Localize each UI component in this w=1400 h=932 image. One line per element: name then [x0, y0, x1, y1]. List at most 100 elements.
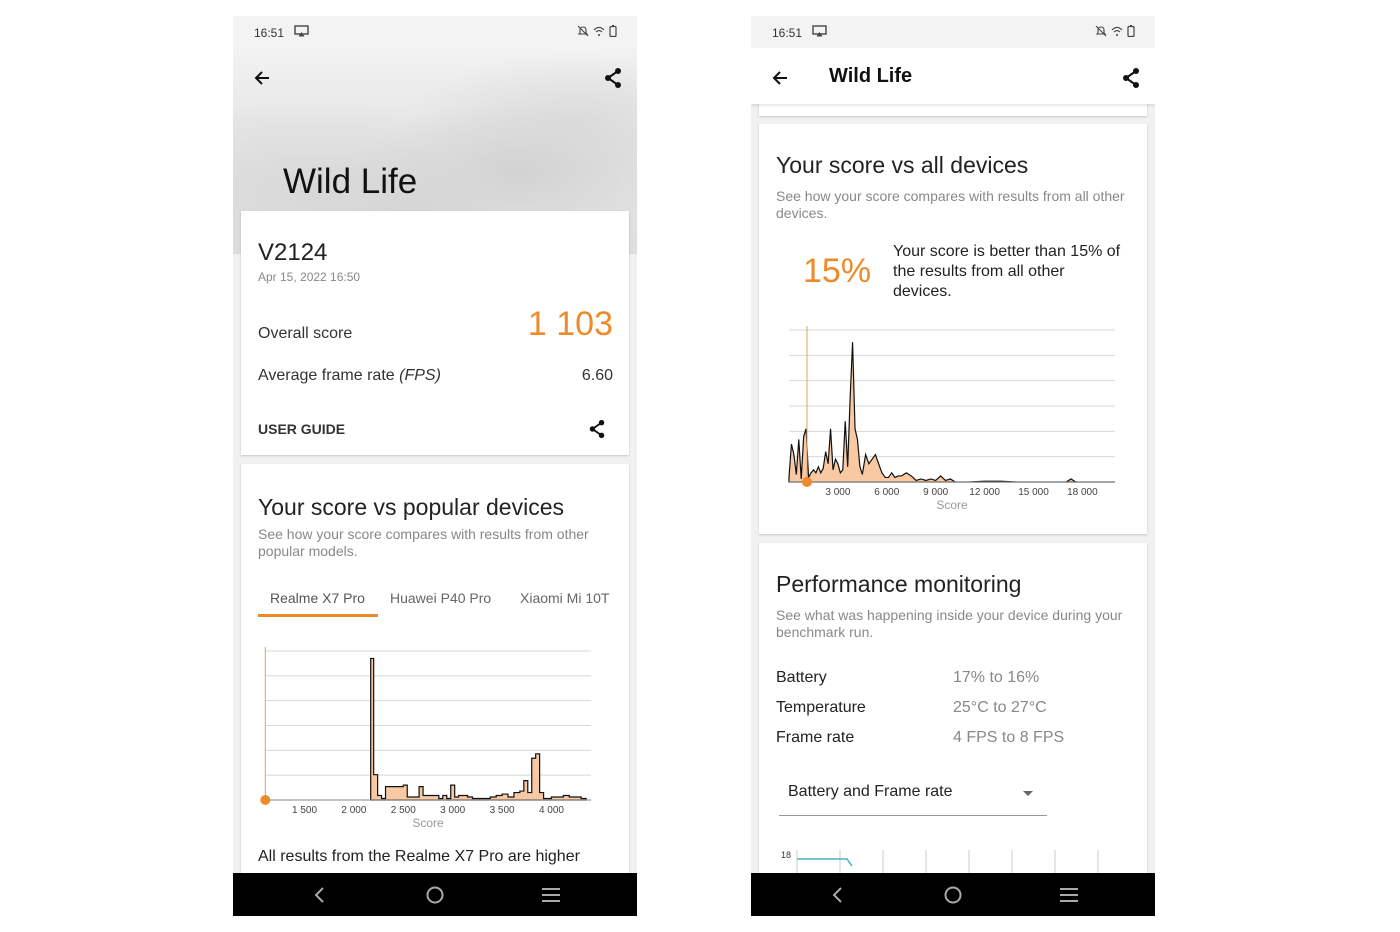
nav-home-button[interactable] — [405, 873, 465, 916]
popular-score-chart: 1 500 2 000 2 500 3 000 3 500 4 000 Score — [260, 647, 591, 830]
fps-value: 6.60 — [581, 367, 613, 384]
perf-label-battery: Battery — [776, 669, 827, 686]
caret-down-icon — [1023, 791, 1033, 796]
back-button[interactable] — [248, 64, 276, 92]
chart-type-dropdown[interactable]: Battery and Frame rate — [779, 771, 1047, 816]
card-subtitle: See how your score compares with results… — [776, 188, 1125, 221]
fps-label: Average frame rate (FPS) — [258, 367, 441, 385]
card-title: Performance monitoring — [776, 571, 1022, 597]
all-devices-chart: 3 000 6 000 9 000 12 000 15 000 18 000 Score — [769, 324, 1129, 524]
x-tick-label: 2 000 — [341, 805, 366, 816]
x-tick-label: 12 000 — [969, 487, 1000, 498]
x-tick-label: 18 000 — [1067, 487, 1098, 498]
device-name: V2124 — [258, 239, 328, 266]
perf-label-temperature: Temperature — [776, 699, 866, 716]
arrow-left-icon — [772, 71, 787, 85]
x-tick-label: 2 500 — [391, 805, 416, 816]
x-tick-label: 9 000 — [923, 487, 948, 498]
nav-menu-icon — [542, 887, 560, 902]
all-devices-score-chart: 3 000 6 000 9 000 12 000 15 000 18 000 Score — [788, 326, 1115, 512]
result-date: Apr 15, 2022 16:50 — [258, 270, 361, 284]
x-tick-label: 3 500 — [490, 805, 515, 816]
battery-icon — [1127, 25, 1135, 37]
perf-value-battery: 17% to 16% — [953, 669, 1040, 686]
system-nav-bar — [233, 873, 637, 916]
distribution-area — [788, 342, 1115, 483]
battery-icon — [609, 25, 617, 37]
phone-screen-right: 16:51 Wild Life Your score vs all device… — [751, 16, 1155, 916]
system-nav-bar — [751, 873, 1155, 916]
card-title: Your score vs all devices — [776, 152, 1029, 178]
status-bar: 16:51 — [233, 16, 637, 48]
perf-value-frame-rate: 4 FPS to 8 FPS — [953, 729, 1065, 746]
wifi-icon — [1111, 26, 1123, 36]
tab-huawei-p40-pro[interactable]: Huawei P40 Pro — [390, 590, 491, 606]
distribution-area — [370, 657, 587, 801]
nav-back-icon — [832, 886, 842, 903]
fps-unit: (FPS) — [399, 367, 441, 384]
x-axis-title: Score — [936, 498, 968, 512]
nav-menu-icon — [1060, 887, 1078, 902]
mute-icon — [1095, 25, 1107, 37]
x-axis-title: Score — [412, 816, 444, 830]
percentile-text: Your score is better than 15% of the res… — [893, 243, 1121, 300]
page-title: Wild Life — [283, 162, 418, 201]
popular-devices-card: Your score vs popular devices See how yo… — [241, 464, 629, 916]
result-card: V2124 Apr 15, 2022 16:50 Overall score 1… — [241, 211, 629, 455]
fps-label-text: Average frame rate — [258, 367, 395, 384]
dropdown-value: Battery and Frame rate — [788, 783, 953, 800]
x-tick-label: 3 000 — [440, 805, 465, 816]
nav-back-button[interactable] — [289, 873, 349, 916]
overall-score-label: Overall score — [258, 325, 353, 342]
your-score-marker — [801, 477, 812, 487]
x-tick-label: 4 000 — [539, 805, 564, 816]
popular-chart: 1 500 2 000 2 500 3 000 3 500 4 000 Score — [251, 644, 611, 844]
mute-icon — [577, 25, 589, 37]
card-subtitle: See what was happening inside your devic… — [776, 607, 1123, 640]
battery-series-line — [797, 858, 853, 867]
app-bar: Wild Life — [751, 48, 1155, 104]
page-title: Wild Life — [829, 65, 913, 87]
nav-home-button[interactable] — [923, 873, 983, 916]
phone-screen-left: 16:51 Wild Life V2124 Apr 15, 2022 16:50… — [233, 16, 637, 916]
share-icon — [589, 419, 605, 439]
user-guide-link[interactable]: USER GUIDE — [258, 421, 345, 437]
nav-back-button[interactable] — [807, 873, 867, 916]
share-icon — [605, 68, 621, 88]
x-tick-label: 1 500 — [292, 805, 317, 816]
active-tab-indicator — [258, 614, 378, 617]
wifi-icon — [593, 26, 605, 36]
perf-label-frame-rate: Frame rate — [776, 729, 855, 746]
tab-realme-x7-pro[interactable]: Realme X7 Pro — [270, 590, 365, 606]
overall-score-value: 1 103 — [527, 305, 613, 343]
tab-xiaomi-mi-10t[interactable]: Xiaomi Mi 10T — [520, 590, 609, 606]
status-time: 16:51 — [772, 26, 803, 40]
nav-menu-button[interactable] — [521, 873, 581, 916]
x-tick-label: 15 000 — [1018, 487, 1049, 498]
arrow-left-icon — [254, 71, 269, 85]
share-result-button[interactable] — [583, 415, 611, 443]
cast-icon — [294, 25, 309, 37]
share-button[interactable] — [1117, 64, 1145, 92]
cast-icon — [812, 25, 827, 37]
nav-back-icon — [314, 886, 324, 903]
performance-card: Performance monitoring See what was happ… — [759, 543, 1147, 883]
share-button[interactable] — [599, 64, 627, 92]
your-score-marker — [260, 795, 271, 805]
nav-menu-button[interactable] — [1039, 873, 1099, 916]
perf-chart-tick: 18 — [781, 850, 791, 860]
status-time: 16:51 — [254, 26, 285, 40]
x-tick-label: 6 000 — [874, 487, 899, 498]
back-button[interactable] — [766, 64, 794, 92]
status-bar: 16:51 — [751, 16, 1155, 48]
x-tick-label: 3 000 — [825, 487, 850, 498]
all-devices-card: Your score vs all devices See how your s… — [759, 124, 1147, 534]
card-title: Your score vs popular devices — [258, 494, 564, 520]
comparison-text: All results from the Realme X7 Pro are h… — [258, 848, 580, 865]
perf-value-temperature: 25°C to 27°C — [953, 699, 1047, 716]
nav-home-icon — [426, 886, 444, 903]
card-subtitle: See how your score compares with results… — [258, 526, 589, 559]
nav-home-icon — [944, 886, 962, 903]
percentile-value: 15% — [803, 252, 872, 290]
share-icon — [1123, 68, 1139, 88]
